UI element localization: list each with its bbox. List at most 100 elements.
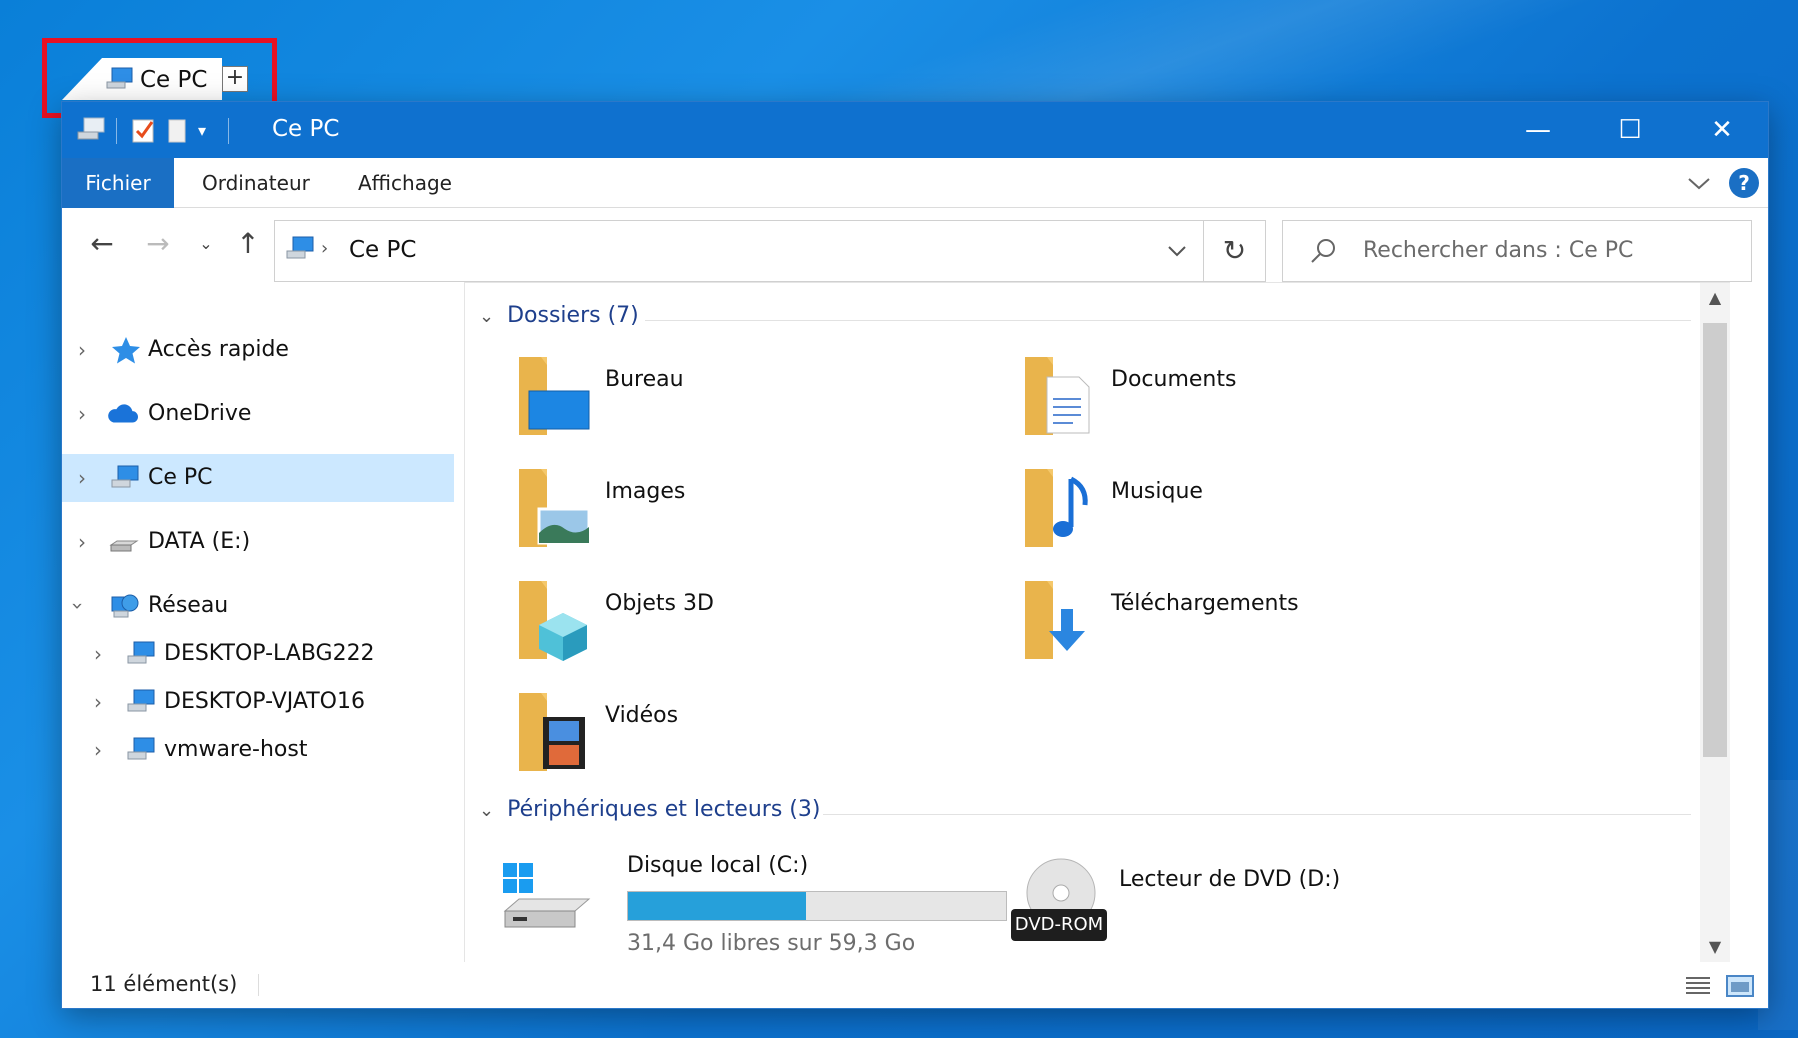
- chevron-right-icon[interactable]: ›: [78, 466, 86, 490]
- folder-label: Bureau: [605, 367, 684, 392]
- nav-label: DATA (E:): [148, 529, 251, 554]
- vertical-scrollbar[interactable]: ▲ ▼: [1700, 283, 1730, 962]
- drive-c[interactable]: Disque local (C:) 31,4 Go libres sur 59,…: [501, 847, 1007, 956]
- chevron-down-icon[interactable]: ›: [66, 602, 90, 610]
- folder-bureau[interactable]: Bureau: [515, 355, 955, 455]
- 3d-objects-folder-icon: [519, 581, 587, 661]
- refresh-button[interactable]: ↻: [1204, 220, 1266, 282]
- address-field[interactable]: › Ce PC: [274, 220, 1204, 282]
- drive-free-space: 31,4 Go libres sur 59,3 Go: [627, 931, 916, 956]
- nav-label: Ce PC: [148, 465, 213, 490]
- music-folder-icon: [1025, 469, 1088, 547]
- drive-icon: [109, 540, 139, 552]
- nav-item-ce-pc[interactable]: › Ce PC: [62, 454, 454, 502]
- up-button[interactable]: ↑: [228, 226, 268, 262]
- scroll-down-icon[interactable]: ▼: [1700, 932, 1730, 962]
- nav-label: DESKTOP-LABG222: [164, 641, 375, 666]
- drive-usage-bar: [627, 891, 1007, 921]
- chevron-down-icon[interactable]: ⌄: [479, 306, 494, 327]
- nav-item-acces-rapide[interactable]: › Accès rapide: [62, 326, 454, 374]
- group-header-label: Dossiers (7): [507, 303, 639, 328]
- back-button[interactable]: ←: [82, 226, 122, 262]
- search-icon: [1311, 239, 1335, 263]
- computer-icon: [127, 689, 155, 712]
- chevron-down-icon[interactable]: ⌄: [479, 800, 494, 821]
- expand-ribbon-icon[interactable]: [1687, 174, 1711, 192]
- group-divider: [645, 320, 1691, 321]
- folder-images[interactable]: Images: [515, 467, 955, 567]
- address-history-dropdown-icon[interactable]: [1167, 243, 1187, 259]
- group-header-devices[interactable]: ⌄ Périphériques et lecteurs (3): [479, 797, 820, 831]
- folder-objets-3d[interactable]: Objets 3D: [515, 579, 955, 679]
- folder-documents[interactable]: Documents: [1021, 355, 1461, 455]
- large-icons-view-icon[interactable]: [1724, 972, 1756, 1000]
- scroll-up-icon[interactable]: ▲: [1700, 283, 1730, 313]
- nav-label: vmware-host: [164, 737, 308, 762]
- folder-musique[interactable]: Musique: [1021, 467, 1461, 567]
- network-icon: [111, 594, 139, 618]
- drive-label: Lecteur de DVD (D:): [1119, 867, 1341, 892]
- help-button[interactable]: ?: [1729, 168, 1759, 198]
- navigation-pane: › Accès rapide › OneDrive › Ce PC › DATA…: [62, 282, 460, 962]
- chevron-right-icon[interactable]: ›: [78, 402, 86, 426]
- breadcrumb-separator-icon[interactable]: ›: [321, 238, 328, 259]
- chevron-right-icon[interactable]: ›: [78, 530, 86, 554]
- recent-locations-dropdown[interactable]: ⌄: [186, 226, 226, 262]
- toolbar-separator: [116, 118, 117, 144]
- chevron-right-icon[interactable]: ›: [78, 338, 86, 362]
- group-divider: [823, 814, 1691, 815]
- documents-folder-icon: [1025, 357, 1090, 435]
- details-view-icon[interactable]: [1682, 972, 1714, 1000]
- new-folder-icon[interactable]: [166, 114, 190, 146]
- chevron-right-icon[interactable]: ›: [94, 738, 102, 762]
- computer-icon: [127, 641, 155, 664]
- computer-icon: [286, 236, 314, 259]
- nav-label: Réseau: [148, 593, 229, 618]
- file-explorer-window: ▾ Ce PC — ☐ ✕ Fichier Ordinateur Afficha…: [62, 102, 1768, 1008]
- videos-folder-icon: [519, 693, 585, 771]
- nav-item-reseau[interactable]: › Réseau: [62, 582, 454, 630]
- ribbon: Fichier Ordinateur Affichage ?: [62, 158, 1768, 208]
- item-count: 11 élément(s): [90, 972, 238, 996]
- group-header-folders[interactable]: ⌄ Dossiers (7): [479, 303, 639, 337]
- search-box[interactable]: Rechercher dans : Ce PC: [1282, 220, 1752, 282]
- tab-affichage[interactable]: Affichage: [358, 158, 452, 208]
- address-path[interactable]: Ce PC: [349, 237, 416, 263]
- computer-icon: [127, 737, 155, 760]
- toolbar-separator: [228, 118, 229, 144]
- drive-label: Disque local (C:): [627, 853, 809, 878]
- maximize-button[interactable]: ☐: [1584, 102, 1676, 158]
- quick-access-dropdown-icon[interactable]: ▾: [198, 114, 206, 146]
- nav-item-onedrive[interactable]: › OneDrive: [62, 390, 454, 438]
- folder-label: Documents: [1111, 367, 1237, 392]
- nav-item-data-e[interactable]: › DATA (E:): [62, 518, 454, 566]
- minimize-button[interactable]: —: [1492, 102, 1584, 158]
- computer-icon[interactable]: [72, 114, 108, 146]
- pictures-folder-icon: [519, 469, 591, 547]
- star-icon: [112, 337, 140, 364]
- forward-button[interactable]: →: [138, 226, 178, 262]
- computer-icon: [111, 465, 139, 488]
- close-button[interactable]: ✕: [1676, 102, 1768, 158]
- window-title: Ce PC: [272, 116, 340, 142]
- chevron-right-icon[interactable]: ›: [94, 690, 102, 714]
- folder-telechargements[interactable]: Téléchargements: [1021, 579, 1461, 679]
- nav-label: Accès rapide: [148, 337, 289, 362]
- content-pane: ⌄ Dossiers (7) Bureau Documents Images M…: [464, 282, 1730, 962]
- chevron-right-icon[interactable]: ›: [94, 642, 102, 666]
- title-bar: ▾ Ce PC — ☐ ✕: [62, 102, 1768, 158]
- nav-item-network-computer[interactable]: › DESKTOP-VJATO16: [62, 678, 454, 726]
- group-header-label: Périphériques et lecteurs (3): [507, 797, 821, 822]
- folder-label: Objets 3D: [605, 591, 714, 616]
- tab-ordinateur[interactable]: Ordinateur: [202, 158, 310, 208]
- drive-dvd[interactable]: DVD-ROM Lecteur de DVD (D:): [1011, 847, 1411, 947]
- nav-item-network-computer[interactable]: › DESKTOP-LABG222: [62, 630, 454, 678]
- drive-usage-fill: [628, 892, 806, 920]
- properties-icon[interactable]: [130, 114, 156, 146]
- search-placeholder: Rechercher dans : Ce PC: [1363, 238, 1634, 263]
- nav-item-network-computer[interactable]: › vmware-host: [62, 726, 454, 774]
- folder-label: Vidéos: [605, 703, 679, 728]
- tab-fichier[interactable]: Fichier: [62, 158, 174, 208]
- folder-videos[interactable]: Vidéos: [515, 691, 955, 791]
- scrollbar-thumb[interactable]: [1703, 323, 1727, 757]
